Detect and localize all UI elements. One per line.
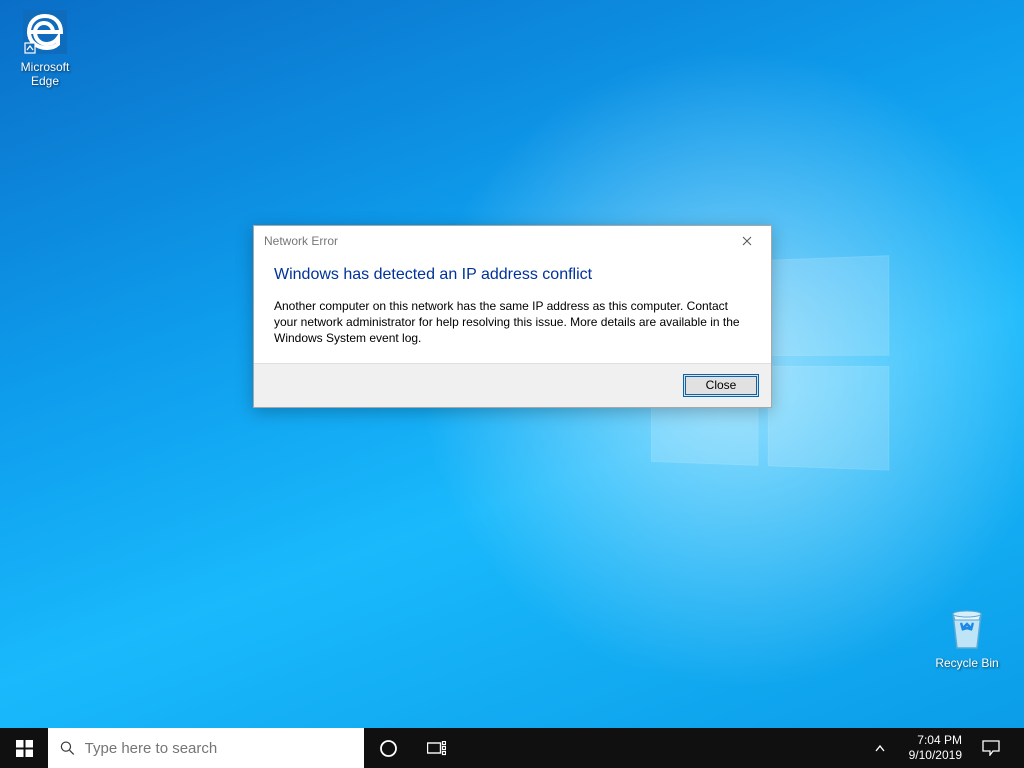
taskbar-search[interactable] (48, 728, 364, 768)
taskbar-clock[interactable]: 7:04 PM 9/10/2019 (901, 733, 970, 763)
chevron-up-icon (875, 745, 885, 752)
windows-logo-icon (16, 740, 33, 757)
dialog-message: Another computer on this network has the… (274, 298, 751, 347)
cortana-button[interactable] (364, 728, 412, 768)
task-view-button[interactable] (412, 728, 460, 768)
search-input[interactable] (85, 740, 352, 757)
close-icon (742, 236, 752, 246)
dialog-close-button[interactable] (727, 227, 767, 255)
edge-icon (21, 8, 69, 56)
close-button[interactable]: Close (683, 374, 759, 397)
desktop[interactable]: Microsoft Edge Recycle Bin Network Error (0, 0, 1024, 768)
desktop-icon-edge[interactable]: Microsoft Edge (8, 8, 82, 88)
start-button[interactable] (0, 728, 48, 768)
dialog-title-bar[interactable]: Network Error (254, 226, 771, 256)
taskbar: 7:04 PM 9/10/2019 (0, 728, 1024, 768)
clock-time: 7:04 PM (909, 733, 962, 748)
search-icon (60, 740, 75, 756)
action-center-button[interactable] (974, 740, 1008, 756)
desktop-icon-label: Microsoft Edge (8, 60, 82, 88)
dialog-title: Network Error (264, 234, 338, 248)
notification-icon (982, 740, 1000, 756)
task-view-icon (427, 741, 446, 756)
desktop-icon-label: Recycle Bin (930, 656, 1004, 670)
dialog-heading: Windows has detected an IP address confl… (274, 266, 751, 284)
dialog-footer: Close (254, 363, 771, 407)
system-tray: 7:04 PM 9/10/2019 (859, 728, 1024, 768)
cortana-icon (379, 739, 398, 758)
recycle-bin-icon (943, 604, 991, 652)
network-error-dialog: Network Error Windows has detected an IP… (253, 225, 772, 408)
tray-overflow-button[interactable] (863, 745, 897, 752)
clock-date: 9/10/2019 (909, 748, 962, 763)
desktop-icon-recycle-bin[interactable]: Recycle Bin (930, 604, 1004, 670)
